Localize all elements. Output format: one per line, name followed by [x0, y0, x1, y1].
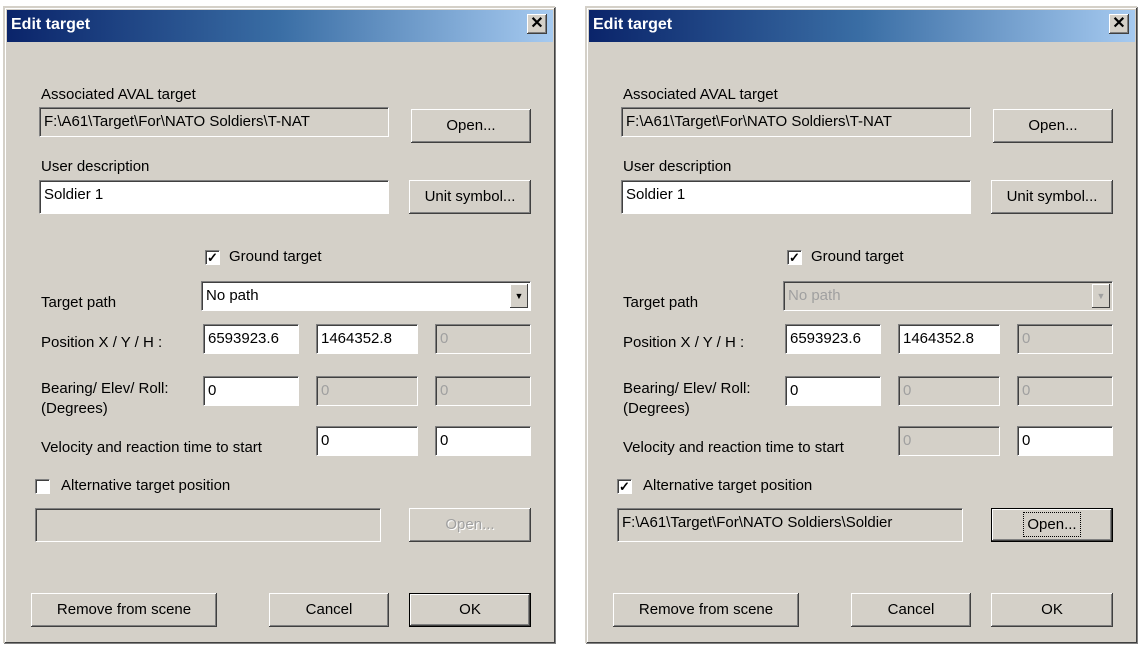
associated-aval-path: F:\A61\Target\For\NATO Soldiers\T-NAT: [621, 107, 971, 137]
user-description-label: User description: [41, 158, 150, 175]
close-button[interactable]: ✕: [527, 14, 547, 34]
remove-from-scene-button[interactable]: Remove from scene: [613, 593, 799, 627]
user-description-input[interactable]: Soldier 1: [39, 180, 389, 214]
reaction-time-input[interactable]: 0: [1017, 426, 1113, 456]
remove-from-scene-label: Remove from scene: [638, 601, 774, 618]
ground-target-checkbox[interactable]: ✓: [787, 250, 802, 265]
user-description-input[interactable]: Soldier 1: [621, 180, 971, 214]
title-bar[interactable]: Edit target ✕: [7, 10, 553, 42]
bearing-input[interactable]: 0: [203, 376, 299, 406]
degrees-label: (Degrees): [623, 400, 690, 417]
alternative-position-path: [35, 508, 381, 542]
edit-target-dialog-right: Edit target ✕ Associated AVAL target F:\…: [585, 6, 1137, 643]
open-aval-button[interactable]: Open...: [411, 109, 531, 143]
chevron-down-icon[interactable]: ▼: [510, 284, 528, 308]
alternative-open-button: Open...: [409, 508, 531, 542]
target-path-value: No path: [206, 287, 259, 304]
position-label: Position X / Y / H :: [41, 334, 163, 351]
cancel-button[interactable]: Cancel: [269, 593, 389, 627]
degrees-label: (Degrees): [41, 400, 108, 417]
ok-button[interactable]: OK: [409, 593, 531, 627]
velocity-label: Velocity and reaction time to start: [623, 439, 844, 456]
target-path-label: Target path: [623, 294, 699, 311]
close-button[interactable]: ✕: [1109, 14, 1129, 34]
velocity-input[interactable]: 0: [316, 426, 418, 456]
roll-input: 0: [1017, 376, 1113, 406]
edit-target-dialog-left: Edit target ✕ Associated AVAL target F:\…: [3, 6, 555, 643]
alternative-open-button[interactable]: Open...: [991, 508, 1113, 542]
alternative-position-label: Alternative target position: [643, 477, 813, 494]
ok-button-label: OK: [459, 601, 481, 618]
title-bar[interactable]: Edit target ✕: [589, 10, 1135, 42]
position-label: Position X / Y / H :: [623, 334, 745, 351]
ground-target-label: Ground target: [229, 248, 322, 265]
alternative-position-path: F:\A61\Target\For\NATO Soldiers\Soldier: [617, 508, 963, 542]
target-path-value: No path: [788, 287, 841, 304]
elevation-input: 0: [898, 376, 1000, 406]
bearing-input[interactable]: 0: [785, 376, 881, 406]
elevation-input: 0: [316, 376, 418, 406]
unit-symbol-button-label: Unit symbol...: [1006, 188, 1098, 205]
alternative-open-button-label: Open...: [1023, 512, 1081, 537]
open-aval-button-label: Open...: [446, 117, 496, 134]
associated-aval-label: Associated AVAL target: [623, 86, 778, 103]
target-path-label: Target path: [41, 294, 117, 311]
position-h-input: 0: [435, 324, 531, 354]
ground-target-checkbox[interactable]: ✓: [205, 250, 220, 265]
dialog-title: Edit target: [11, 16, 91, 33]
chevron-down-icon: ▼: [1092, 284, 1110, 308]
reaction-time-input[interactable]: 0: [435, 426, 531, 456]
dialog-title: Edit target: [593, 16, 673, 33]
unit-symbol-button[interactable]: Unit symbol...: [991, 180, 1113, 214]
bearing-label: Bearing/ Elev/ Roll:: [623, 380, 751, 397]
open-aval-button-label: Open...: [1028, 117, 1078, 134]
ok-button[interactable]: OK: [991, 593, 1113, 627]
ground-target-label: Ground target: [811, 248, 904, 265]
cancel-button-label: Cancel: [305, 601, 353, 618]
cancel-button[interactable]: Cancel: [851, 593, 971, 627]
bearing-label: Bearing/ Elev/ Roll:: [41, 380, 169, 397]
unit-symbol-button[interactable]: Unit symbol...: [409, 180, 531, 214]
roll-input: 0: [435, 376, 531, 406]
alternative-position-checkbox[interactable]: [35, 479, 50, 494]
target-path-select: No path ▼: [783, 281, 1113, 311]
position-h-input: 0: [1017, 324, 1113, 354]
alternative-open-button-label: Open...: [445, 516, 495, 533]
user-description-label: User description: [623, 158, 732, 175]
unit-symbol-button-label: Unit symbol...: [424, 188, 516, 205]
position-y-input[interactable]: 1464352.8: [898, 324, 1000, 354]
associated-aval-label: Associated AVAL target: [41, 86, 196, 103]
remove-from-scene-button[interactable]: Remove from scene: [31, 593, 217, 627]
velocity-label: Velocity and reaction time to start: [41, 439, 262, 456]
open-aval-button[interactable]: Open...: [993, 109, 1113, 143]
position-x-input[interactable]: 6593923.6: [785, 324, 881, 354]
alternative-position-checkbox[interactable]: ✓: [617, 479, 632, 494]
velocity-input: 0: [898, 426, 1000, 456]
alternative-position-label: Alternative target position: [61, 477, 231, 494]
cancel-button-label: Cancel: [887, 601, 935, 618]
remove-from-scene-label: Remove from scene: [56, 601, 192, 618]
ok-button-label: OK: [1041, 601, 1063, 618]
associated-aval-path: F:\A61\Target\For\NATO Soldiers\T-NAT: [39, 107, 389, 137]
position-x-input[interactable]: 6593923.6: [203, 324, 299, 354]
position-y-input[interactable]: 1464352.8: [316, 324, 418, 354]
target-path-select[interactable]: No path ▼: [201, 281, 531, 311]
